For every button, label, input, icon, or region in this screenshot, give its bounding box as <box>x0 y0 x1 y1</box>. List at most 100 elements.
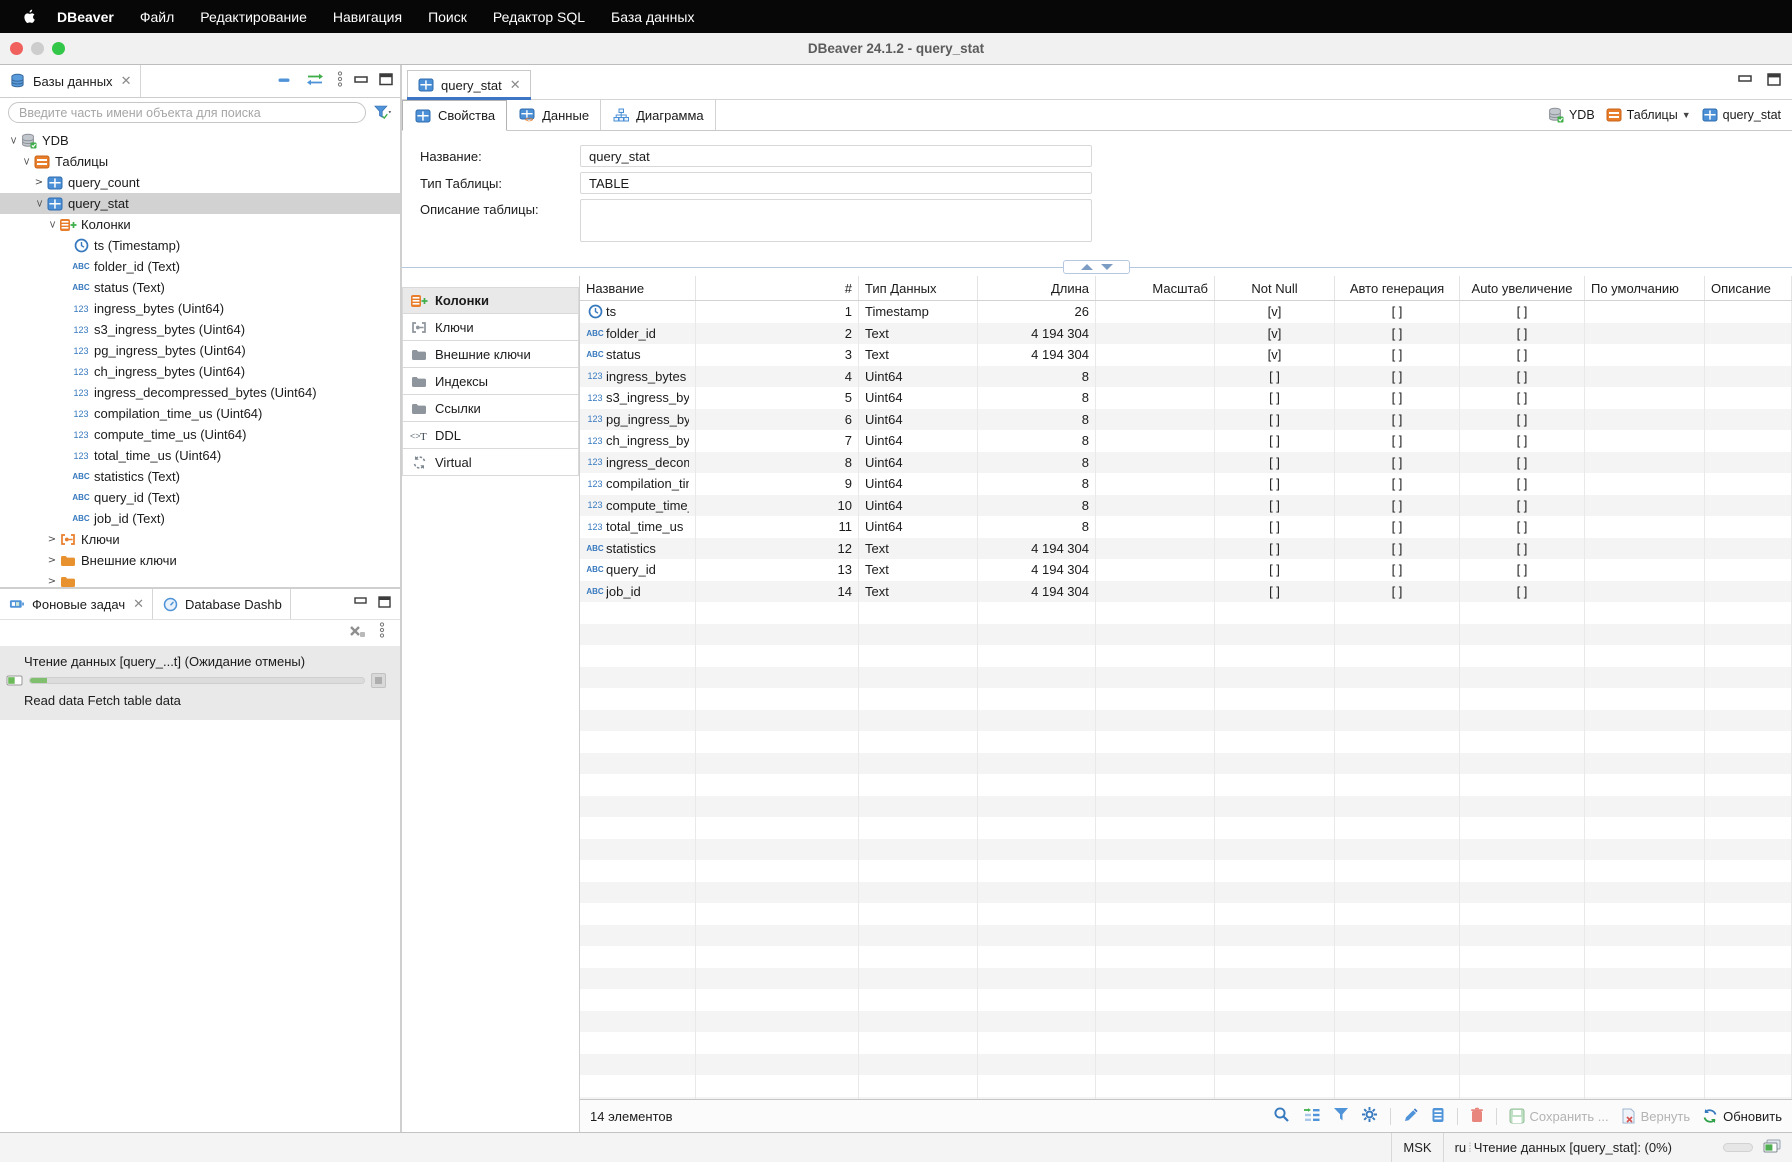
breadcrumb-container[interactable]: Таблицы ▼ <box>1602 107 1694 123</box>
close-icon[interactable]: ✕ <box>131 596 144 612</box>
clear-terminated-jobs-icon[interactable] <box>348 623 366 644</box>
filter-icon[interactable] <box>374 105 392 121</box>
pencil-icon[interactable] <box>1403 1107 1419 1126</box>
background-jobs-icon[interactable] <box>1763 1139 1782 1157</box>
tree-item-Внешние[interactable]: >Внешние ключи <box>0 550 400 571</box>
menu-item-4[interactable]: Навигация <box>320 9 415 25</box>
table-row[interactable]: 123ingress_decompressed_bytes8Uint648[ ]… <box>580 452 1792 474</box>
table-row[interactable]: ts1Timestamp26[v][ ][ ] <box>580 301 1792 323</box>
collapse-up-icon[interactable] <box>1081 264 1093 270</box>
chevron-down-icon[interactable]: ▼ <box>1682 110 1691 120</box>
table-row[interactable]: 123ingress_bytes4Uint648[ ][ ][ ] <box>580 366 1792 388</box>
chevron-collapsed-icon[interactable]: > <box>32 177 46 188</box>
section-3[interactable]: Внешние ключи <box>402 341 579 368</box>
close-icon[interactable]: ✕ <box>119 73 132 89</box>
section-2[interactable]: Ключи <box>402 314 579 341</box>
tab-databases[interactable]: Базы данных ✕ <box>0 65 141 97</box>
minimize-window-button[interactable] <box>31 42 44 55</box>
tree-item-ingress_bytes[interactable]: 123ingress_bytes (Uint64) <box>0 298 400 319</box>
tree-item-compute_time_us[interactable]: 123compute_time_us (Uint64) <box>0 424 400 445</box>
view-menu-icon[interactable] <box>378 622 386 644</box>
tree-item-job_id[interactable]: ABCjob_id (Text) <box>0 508 400 529</box>
breadcrumb-table[interactable]: query_stat <box>1698 107 1784 123</box>
view-menu-icon[interactable] <box>336 71 344 91</box>
grid-header-10[interactable]: Описание <box>1705 276 1792 300</box>
description-field[interactable] <box>580 199 1092 242</box>
tree-item-status[interactable]: ABCstatus (Text) <box>0 277 400 298</box>
zoom-window-button[interactable] <box>52 42 65 55</box>
table-row[interactable]: ABCfolder_id2Text4 194 304[v][ ][ ] <box>580 323 1792 345</box>
grid-header-7[interactable]: Авто генерация <box>1335 276 1460 300</box>
close-window-button[interactable] <box>10 42 23 55</box>
section-4[interactable]: Индексы <box>402 368 579 395</box>
language-indicator[interactable]: ru ⁞ Чтение данных [query_stat]: (0%) <box>1443 1133 1683 1162</box>
menu-item-3[interactable]: Редактирование <box>187 9 320 25</box>
grid-header-2[interactable]: # <box>696 276 859 300</box>
rows-icon[interactable] <box>1431 1107 1445 1126</box>
gear-icon[interactable] <box>1361 1106 1378 1126</box>
timezone-indicator[interactable]: MSK <box>1391 1133 1442 1162</box>
menu-item-6[interactable]: Редактор SQL <box>480 9 598 25</box>
table-row[interactable]: 123compute_time_us10Uint648[ ][ ][ ] <box>580 495 1792 517</box>
search-icon[interactable] <box>1273 1106 1290 1126</box>
menu-item-7[interactable]: База данных <box>598 9 707 25</box>
tree-item-partial[interactable]: > <box>0 571 400 587</box>
editor-tab-query-stat[interactable]: query_stat ✕ <box>407 70 531 99</box>
chevron-expanded-icon[interactable]: > <box>8 134 19 148</box>
subtab-1[interactable]: Свойства <box>402 100 507 131</box>
menu-item-5[interactable]: Поиск <box>415 9 480 25</box>
tree-item-Таблицы[interactable]: >Таблицы <box>0 151 400 172</box>
maximize-view-icon[interactable] <box>378 596 392 612</box>
link-editor-icon[interactable] <box>304 73 326 89</box>
collapse-down-icon[interactable] <box>1101 264 1113 270</box>
tree-item-query_count[interactable]: >query_count <box>0 172 400 193</box>
table-type-field[interactable]: TABLE <box>580 172 1092 194</box>
tree-item-YDB[interactable]: >YDB <box>0 130 400 151</box>
table-row[interactable]: ABCjob_id14Text4 194 304[ ][ ][ ] <box>580 581 1792 603</box>
grid-header-1[interactable]: Название <box>580 276 696 300</box>
chevron-expanded-icon[interactable]: > <box>34 197 45 211</box>
table-row[interactable]: ABCstatistics12Text4 194 304[ ][ ][ ] <box>580 538 1792 560</box>
save-button[interactable]: Сохранить ... <box>1509 1108 1609 1124</box>
minimize-icon[interactable] <box>354 74 369 89</box>
grid-header-8[interactable]: Auto увеличение <box>1460 276 1585 300</box>
tree-item-total_time_us[interactable]: 123total_time_us (Uint64) <box>0 445 400 466</box>
stop-task-button[interactable] <box>371 673 386 688</box>
grid-header-4[interactable]: Длина <box>978 276 1096 300</box>
grid-header-9[interactable]: По умолчанию <box>1585 276 1705 300</box>
maximize-editor-icon[interactable] <box>1767 73 1782 92</box>
table-row[interactable]: 123total_time_us11Uint648[ ][ ][ ] <box>580 516 1792 538</box>
table-row[interactable]: ABCquery_id13Text4 194 304[ ][ ][ ] <box>580 559 1792 581</box>
collapse-all-icon[interactable] <box>276 74 294 89</box>
grid-header-5[interactable]: Масштаб <box>1096 276 1215 300</box>
tree-item-Ключи[interactable]: >Ключи <box>0 529 400 550</box>
filter-icon[interactable] <box>1333 1107 1349 1125</box>
tree-item-folder_id[interactable]: ABCfolder_id (Text) <box>0 256 400 277</box>
tree-item-ch_ingress_bytes[interactable]: 123ch_ingress_bytes (Uint64) <box>0 361 400 382</box>
revert-button[interactable]: Вернуть <box>1621 1108 1691 1124</box>
minimize-editor-icon[interactable] <box>1738 73 1753 92</box>
breadcrumb-database[interactable]: YDB <box>1544 107 1598 123</box>
refresh-button[interactable]: Обновить <box>1702 1108 1782 1124</box>
trash-icon[interactable] <box>1470 1107 1484 1126</box>
maximize-icon[interactable] <box>379 73 394 89</box>
tree-item-ingress_decompressed_bytes[interactable]: 123ingress_decompressed_bytes (Uint64) <box>0 382 400 403</box>
chevron-collapsed-icon[interactable]: > <box>45 555 59 566</box>
tab-database-dashboard[interactable]: Database Dashb <box>153 589 291 619</box>
tab-background-tasks[interactable]: Фоновые задач ✕ <box>0 589 153 619</box>
tree-item-compilation_time_us[interactable]: 123compilation_time_us (Uint64) <box>0 403 400 424</box>
apple-menu-icon[interactable] <box>14 8 44 25</box>
table-row[interactable]: ABCstatus3Text4 194 304[v][ ][ ] <box>580 344 1792 366</box>
section-6[interactable]: <>TDDL <box>402 422 579 449</box>
section-1[interactable]: Колонки <box>402 287 579 314</box>
name-field[interactable]: query_stat <box>580 145 1092 167</box>
grid-header-3[interactable]: Тип Данных <box>859 276 978 300</box>
form-grid-splitter[interactable] <box>402 259 1792 276</box>
chevron-expanded-icon[interactable]: > <box>21 155 32 169</box>
table-row[interactable]: 123ch_ingress_bytes7Uint648[ ][ ][ ] <box>580 430 1792 452</box>
column-config-icon[interactable] <box>1302 1107 1321 1126</box>
subtab-2[interactable]: <>Данные <box>507 100 601 130</box>
tree-item-statistics[interactable]: ABCstatistics (Text) <box>0 466 400 487</box>
subtab-3[interactable]: Диаграмма <box>601 100 716 130</box>
grid-header-6[interactable]: Not Null <box>1215 276 1335 300</box>
